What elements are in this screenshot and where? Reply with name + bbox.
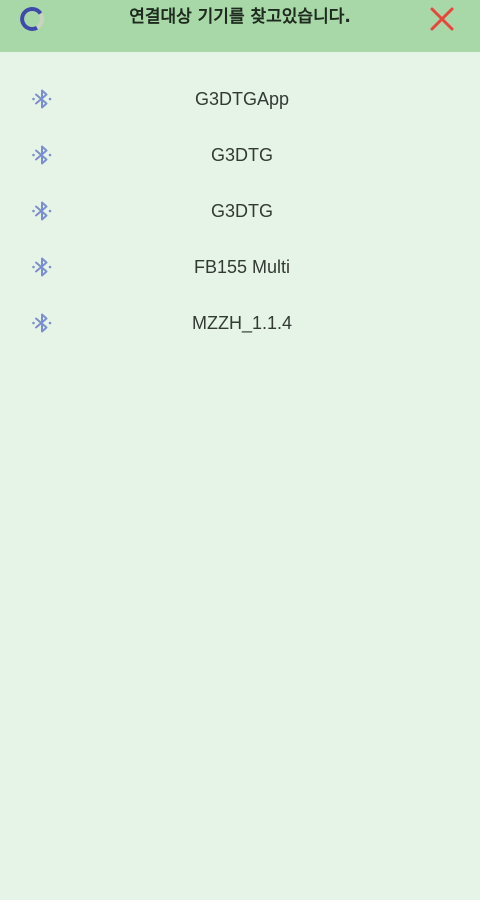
loading-spinner-icon (20, 6, 44, 31)
app-header: 연결대상 기기를 찾고있습니다. (0, 0, 480, 52)
device-name: G3DTG (210, 145, 273, 165)
device-name: MZZH_1.1.4 (191, 313, 293, 333)
device-list: G3DTGApp G3DTG G3DTG FB155 Multi MZZH_1.… (0, 71, 480, 351)
device-list-item[interactable]: MZZH_1.1.4 (0, 295, 480, 351)
close-icon[interactable] (426, 4, 458, 34)
device-list-item[interactable]: G3DTG (0, 183, 480, 239)
device-name: FB155 Multi (193, 257, 291, 277)
device-list-item[interactable]: G3DTGApp (0, 71, 480, 127)
device-list-item[interactable]: G3DTG (0, 127, 480, 183)
page-title: 연결대상 기기를 찾고있습니다. (129, 7, 351, 27)
device-name: G3DTGApp (194, 89, 290, 109)
device-list-item[interactable]: FB155 Multi (0, 239, 480, 295)
device-name: G3DTG (210, 201, 273, 221)
